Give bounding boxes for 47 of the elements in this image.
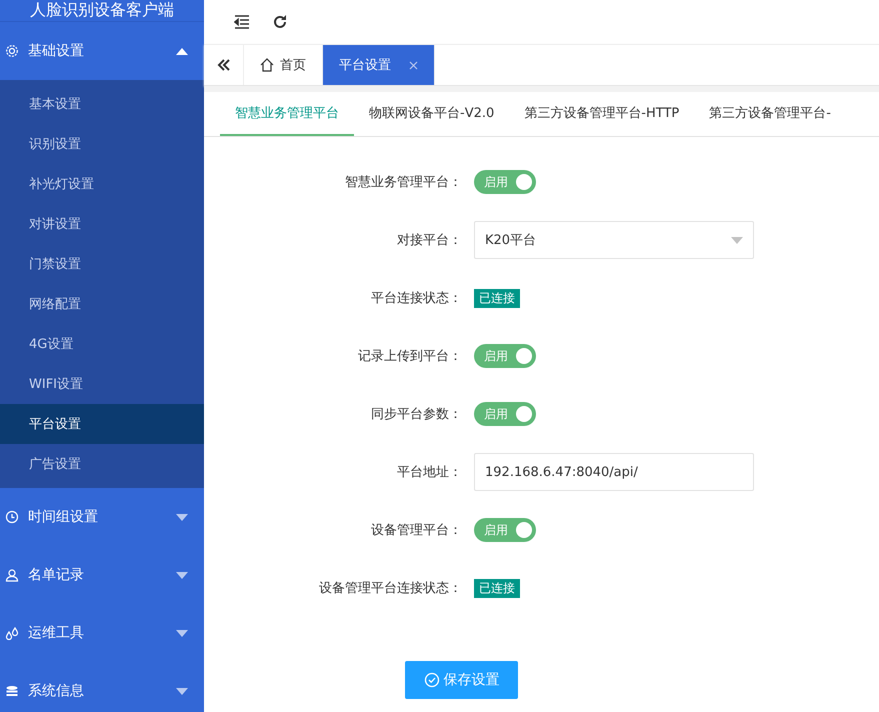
clock-icon (5, 510, 19, 524)
platform-tab[interactable]: 第三方设备管理平台- (694, 92, 846, 136)
field-label: 设备管理平台连接状态： (318, 580, 462, 597)
menu-item[interactable]: 广告设置 (0, 444, 204, 484)
settings-icon (5, 44, 19, 58)
menu-group[interactable]: 基础设置 (0, 22, 204, 80)
home-icon (260, 58, 274, 72)
field-label: 对接平台： (396, 232, 462, 249)
address-input[interactable]: 192.168.6.47:8040/api/ (474, 453, 754, 491)
menu-item[interactable]: 基本设置 (0, 84, 204, 124)
page-tab[interactable]: 首页 (244, 45, 323, 85)
stack-icon (5, 684, 19, 698)
field-label: 平台连接状态： (370, 290, 462, 307)
status-tag: 已连接 (474, 578, 520, 598)
menu-item[interactable]: 补光灯设置 (0, 164, 204, 204)
menu-group[interactable]: 运维工具 (0, 604, 204, 662)
platform-tab[interactable]: 物联网设备平台-V2.0 (354, 92, 510, 136)
check-circle-icon (424, 672, 440, 688)
app-title: 人脸识别设备客户端 (0, 0, 204, 22)
field-label: 记录上传到平台： (357, 348, 462, 365)
collapse-menu-icon[interactable] (234, 15, 250, 29)
menu-item[interactable]: 平台设置 (0, 404, 204, 444)
platform-select[interactable]: K20平台 (474, 221, 754, 259)
status-tag: 已连接 (474, 288, 520, 308)
page-tab[interactable]: 平台设置 (323, 45, 435, 85)
field-label: 平台地址： (396, 464, 462, 481)
refresh-icon[interactable] (272, 14, 288, 30)
menu-item[interactable]: 网络配置 (0, 284, 204, 324)
drops-icon (5, 626, 19, 640)
close-icon[interactable] (409, 60, 418, 70)
field-label: 设备管理平台： (370, 522, 462, 539)
person-icon (5, 568, 19, 582)
field-label: 智慧业务管理平台： (344, 174, 462, 191)
platform-tab[interactable]: 第三方设备管理平台-HTTP (509, 92, 694, 136)
menu-item[interactable]: 门禁设置 (0, 244, 204, 284)
menu-item[interactable]: WIFI设置 (0, 364, 204, 404)
save-button[interactable]: 保存设置 (405, 661, 518, 699)
dropdown-caret-icon (731, 236, 743, 244)
double-chevron-icon (216, 58, 230, 72)
menu-item[interactable]: 4G设置 (0, 324, 204, 364)
platform-tab[interactable]: 智慧业务管理平台 (220, 92, 354, 136)
menu-group[interactable]: 系统信息 (0, 662, 204, 712)
field-label: 同步平台参数： (370, 406, 462, 423)
menu-item[interactable]: 对讲设置 (0, 204, 204, 244)
menu-item[interactable]: 识别设置 (0, 124, 204, 164)
menu-group[interactable]: 时间组设置 (0, 488, 204, 546)
menu-group[interactable]: 名单记录 (0, 546, 204, 604)
